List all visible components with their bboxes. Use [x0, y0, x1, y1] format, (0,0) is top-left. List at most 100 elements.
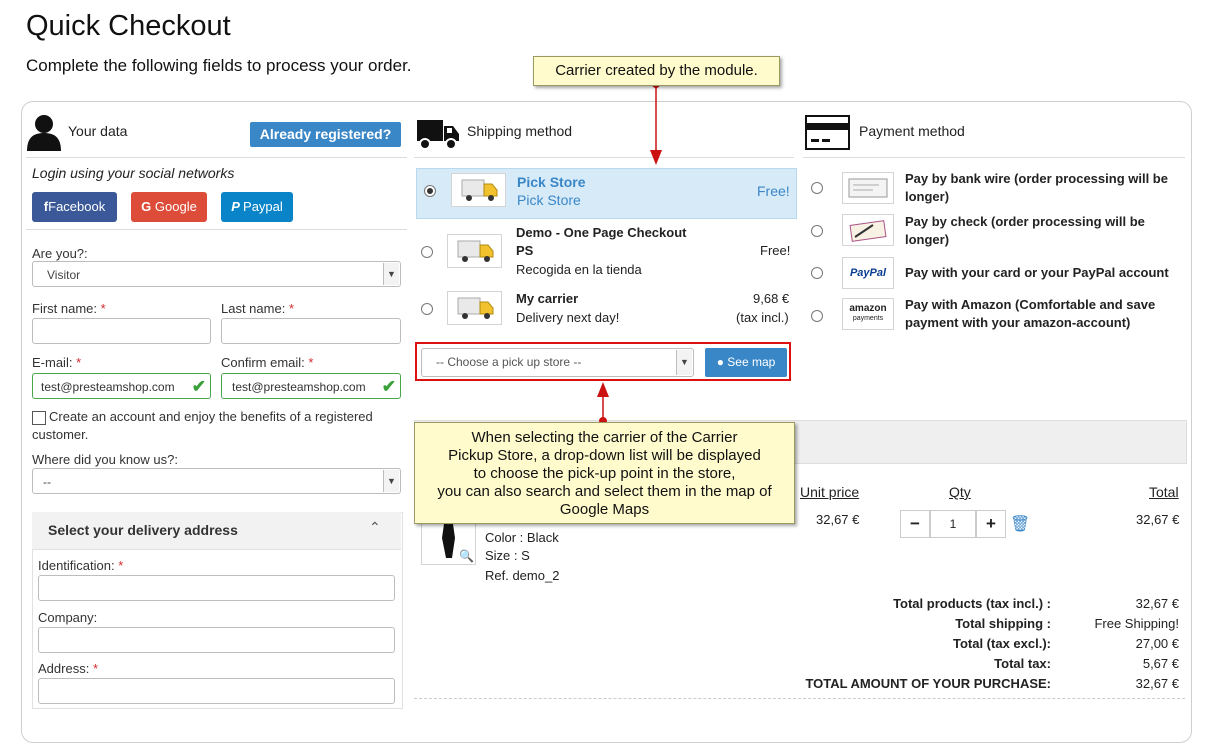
carrier-truck-icon [451, 173, 506, 207]
already-registered-button[interactable]: Already registered? [250, 122, 401, 147]
google-label: Google [154, 199, 197, 214]
company-label: Company: [38, 610, 98, 625]
carrier-price-note: (tax incl.) [736, 310, 789, 325]
address-label: Address: * [38, 661, 98, 676]
last-name-input[interactable] [221, 318, 401, 344]
total-amount-label: TOTAL AMOUNT OF YOUR PURCHASE: [805, 676, 1051, 691]
create-account-label-cont: customer. [32, 427, 89, 442]
where-select[interactable]: -- ▼ [32, 468, 401, 494]
see-map-button[interactable]: ● See map [705, 348, 787, 377]
carrier-name: Demo - One Page Checkout [516, 225, 687, 240]
google-icon: G [141, 199, 155, 214]
google-login-button[interactable]: G Google [131, 192, 207, 222]
carrier-truck-icon [447, 291, 502, 325]
unit-price-header: Unit price [800, 484, 860, 500]
payment-label: Pay with Amazon (Comfortable and save pay… [905, 297, 1156, 330]
product-color: Color : Black [485, 530, 559, 545]
payment-method-title: Payment method [859, 123, 965, 139]
see-map-label: See map [727, 355, 776, 369]
total-shipping-label: Total shipping : [955, 616, 1051, 631]
pickup-store-placeholder: -- Choose a pick up store -- [436, 355, 582, 369]
total-tax-excl-label: Total (tax excl.): [952, 636, 1051, 651]
email-label: E-mail: * [32, 355, 82, 370]
carrier-price: 9,68 € [753, 291, 790, 306]
total-tax-label: Total tax: [994, 656, 1051, 671]
chevron-down-icon: ▼ [383, 470, 399, 492]
chevron-up-icon[interactable]: ⌃ [369, 519, 381, 536]
total-tax-excl-value: 27,00 € [1135, 636, 1179, 651]
divider [414, 698, 1185, 699]
total-shipping-value: Free Shipping! [1094, 616, 1179, 631]
chevron-down-icon: ▼ [676, 350, 692, 375]
email-value: test@presteamshop.com [41, 380, 175, 394]
identification-label: Identification: * [38, 558, 124, 573]
qty-header: Qty [949, 484, 971, 500]
are-you-value: Visitor [47, 268, 81, 282]
page-subtitle: Complete the following fields to process… [26, 56, 412, 75]
facebook-login-button[interactable]: fFacebook [32, 192, 117, 222]
carrier-price: Free! [757, 183, 790, 199]
create-account-checkbox[interactable] [32, 411, 46, 425]
paypal-label: Paypal [243, 199, 283, 214]
address-input[interactable] [38, 678, 395, 704]
carrier-name-cont: PS [516, 243, 534, 258]
total-products-value: 32,67 € [1135, 596, 1179, 611]
create-account-label: Create an account and enjoy the benefits… [49, 409, 373, 424]
first-name-label: First name: * [32, 301, 106, 316]
carrier-tooltip: Carrier created by the module. [533, 56, 780, 86]
where-value: -- [43, 475, 51, 489]
carrier-radio-demo[interactable] [421, 246, 433, 258]
facebook-label: Facebook [48, 199, 106, 214]
payment-radio-bankwire[interactable] [811, 182, 823, 194]
social-login-title: Login using your social networks [32, 165, 235, 181]
first-name-input[interactable] [32, 318, 211, 344]
payment-radio-amazon[interactable] [811, 310, 823, 322]
email-field[interactable]: test@presteamshop.com ✔ [32, 373, 211, 399]
confirm-email-label: Confirm email: * [221, 355, 314, 370]
product-ref: Ref. demo_2 [485, 568, 560, 583]
paypal-login-button[interactable]: P Paypal [221, 192, 293, 222]
payment-label: Pay by check (order processing will be lo… [905, 214, 1145, 247]
amazon-logo-icon: amazon payments [842, 298, 894, 330]
carrier-radio-my-carrier[interactable] [421, 303, 433, 315]
zoom-icon[interactable]: 🔍 [459, 549, 474, 563]
are-you-select[interactable]: Visitor ▼ [32, 261, 401, 287]
truck-icon [416, 114, 460, 151]
qty-increase-button[interactable]: + [976, 510, 1006, 538]
total-products-label: Total products (tax incl.) : [893, 596, 1051, 611]
checkmark-icon: ✔ [191, 377, 206, 396]
divider [803, 157, 1185, 158]
where-label: Where did you know us?: [32, 452, 178, 467]
check-icon [842, 214, 894, 246]
carrier-desc: Delivery next day! [516, 310, 620, 325]
carrier-truck-icon [447, 234, 502, 268]
carrier-price: Free! [760, 243, 791, 258]
last-name-label: Last name: * [221, 301, 295, 316]
identification-input[interactable] [38, 575, 395, 601]
qty-input[interactable]: 1 [930, 510, 976, 538]
paypal-logo-icon: PayPal [842, 257, 894, 289]
payment-radio-paypal[interactable] [811, 267, 823, 279]
company-input[interactable] [38, 627, 395, 653]
paypal-icon: P [231, 199, 244, 214]
pickup-store-select[interactable]: -- Choose a pick up store -- ▼ [421, 348, 694, 377]
pickup-tooltip: When selecting the carrier of the Carrie… [414, 422, 795, 524]
line-total-value: 32,67 € [1136, 512, 1180, 527]
divider [26, 157, 407, 158]
carrier-desc: Recogida en la tienda [516, 262, 642, 277]
divider [414, 157, 794, 158]
carrier-name: Pick Store [517, 174, 586, 190]
carrier-radio-pick-store[interactable] [424, 185, 436, 197]
payment-label: Pay with your card or your PayPal accoun… [905, 265, 1169, 280]
total-tax-value: 5,67 € [1142, 656, 1179, 671]
carrier-desc: Pick Store [517, 192, 581, 208]
trash-icon[interactable]: 🗑 [1010, 514, 1030, 534]
carrier-name: My carrier [516, 291, 579, 306]
total-amount-value: 32,67 € [1135, 676, 1179, 691]
unit-price-value: 32,67 € [816, 512, 860, 527]
confirm-email-field[interactable]: test@presteamshop.com ✔ [221, 373, 401, 399]
qty-decrease-button[interactable]: − [900, 510, 930, 538]
user-icon [26, 113, 62, 151]
payment-radio-check[interactable] [811, 225, 823, 237]
shipping-method-title: Shipping method [467, 123, 573, 139]
